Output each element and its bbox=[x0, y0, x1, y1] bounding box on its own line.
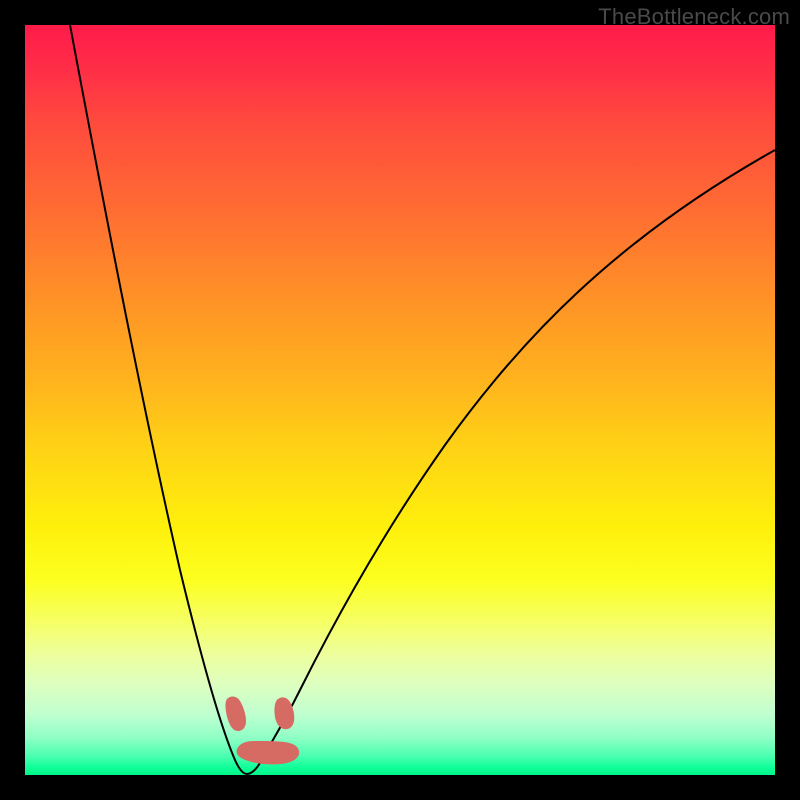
chart-frame: TheBottleneck.com bbox=[0, 0, 800, 800]
watermark-text: TheBottleneck.com bbox=[598, 4, 790, 30]
data-blob-2 bbox=[274, 697, 294, 729]
curve-svg bbox=[25, 25, 775, 775]
data-blob-3 bbox=[237, 741, 300, 764]
data-blob-1 bbox=[225, 697, 246, 731]
right-curve bbox=[270, 150, 775, 745]
plot-area bbox=[25, 25, 775, 775]
left-curve bbox=[70, 25, 270, 774]
